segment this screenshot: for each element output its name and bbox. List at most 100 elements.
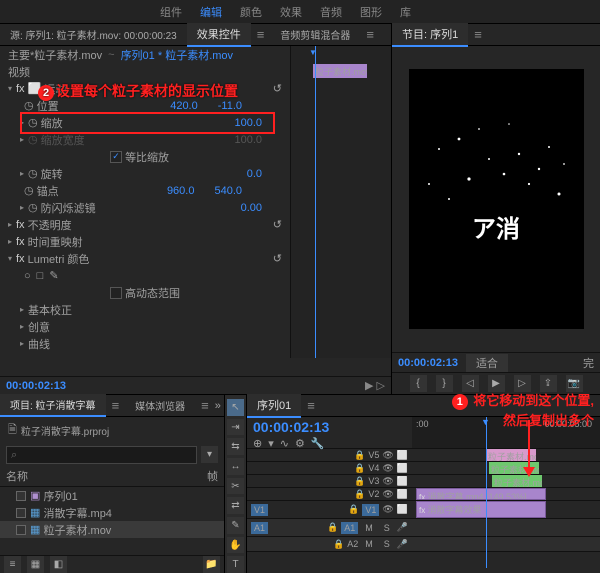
toggle-output-icon[interactable]: 👁 [382, 504, 393, 515]
seq-clip-label[interactable]: 序列01 * 粒子素材.mov [121, 47, 233, 63]
tab-graphics[interactable]: 图形 [360, 4, 382, 20]
ellipse-mask-icon[interactable]: ○ [24, 270, 31, 282]
basic-correction-row[interactable]: ▸基本校正 [0, 301, 290, 318]
selection-tool-icon[interactable]: ↖ [227, 399, 244, 416]
filter-icon[interactable]: ▾ [201, 446, 218, 463]
rotation-value[interactable]: 0.0 [247, 168, 262, 180]
voice-icon[interactable]: 🎤 [397, 522, 408, 533]
lock-icon[interactable]: 🔒 [354, 476, 365, 487]
toggle-output-icon[interactable]: 👁 [382, 489, 393, 500]
audio-mixer-tab[interactable]: 音频剪辑混合器 [270, 24, 360, 45]
uniform-scale-row[interactable]: ✓ 等比缩放 [0, 148, 290, 165]
zoom-icon[interactable]: ▶ ▷ [365, 379, 385, 392]
lock-icon[interactable]: 🔒 [354, 450, 365, 461]
type-tool-icon[interactable]: T [227, 556, 244, 573]
mute-button[interactable]: M [361, 539, 377, 549]
stopwatch-icon[interactable]: ◷ [28, 167, 38, 180]
fit-dropdown[interactable]: 适合 [466, 354, 508, 372]
anchor-x[interactable]: 960.0 [167, 185, 195, 197]
hand-tool-icon[interactable]: ✋ [227, 537, 244, 554]
mark-out-icon[interactable]: } [436, 375, 453, 392]
voice-icon[interactable]: 🎤 [397, 539, 408, 550]
mark-in-icon[interactable]: { [410, 375, 427, 392]
tab-effects[interactable]: 效果 [280, 4, 302, 20]
tab-audio[interactable]: 音频 [320, 4, 342, 20]
list-item[interactable]: ▣ 序列01 [0, 487, 224, 504]
ec-menu-icon[interactable]: ≡ [251, 27, 271, 42]
lock-icon[interactable]: 🔒 [354, 463, 365, 474]
tab-assembly[interactable]: 组件 [160, 4, 182, 20]
list-item[interactable]: ▦ 消散字幕.mp4 [0, 504, 224, 521]
list-view-icon[interactable]: ≡ [4, 556, 21, 573]
track-v4-label[interactable]: V4 [368, 463, 379, 473]
flicker-row[interactable]: ▸◷ 防闪烁滤镜0.00 [0, 199, 290, 216]
effect-controls-tab[interactable]: 效果控件 [187, 23, 251, 47]
lock-icon[interactable]: 🔒 [327, 522, 338, 533]
lumetri-mask-row[interactable]: ○□✎ [0, 267, 290, 284]
stopwatch-icon[interactable]: ◷ [24, 99, 34, 112]
frame-column-header[interactable]: 帧 [207, 468, 218, 484]
ec-playhead-line[interactable] [315, 46, 316, 358]
lock-icon[interactable]: 🔒 [354, 489, 365, 500]
track-a1-label[interactable]: A1 [341, 522, 358, 534]
stopwatch-icon[interactable]: ◷ [28, 201, 38, 214]
slip-tool-icon[interactable]: ⇄ [227, 497, 244, 514]
lock-icon[interactable]: 🔒 [333, 539, 344, 550]
hdr-row[interactable]: 高动态范围 [0, 284, 290, 301]
reset-icon[interactable]: ↺ [273, 218, 282, 231]
mb-menu-icon[interactable]: ≡ [195, 398, 215, 413]
tab-color[interactable]: 颜色 [240, 4, 262, 20]
lock-icon[interactable]: 🔒 [348, 504, 359, 515]
program-menu-icon[interactable]: ≡ [468, 27, 488, 42]
anchor-row[interactable]: ◷ 锚点960.0540.0 [0, 182, 290, 199]
lumetri-row[interactable]: ▾fx Lumetri 颜色↺ [0, 250, 290, 267]
icon-view-icon[interactable]: ▦ [27, 556, 44, 573]
curves-row[interactable]: ▸曲线 [0, 335, 290, 352]
timeline-playhead-time[interactable]: 00:00:02:13 [253, 419, 406, 435]
track-v1-label[interactable]: V1 [362, 504, 379, 516]
solo-button[interactable]: S [380, 523, 394, 533]
freeform-icon[interactable]: ◧ [50, 556, 67, 573]
track-v5-label[interactable]: V5 [368, 450, 379, 460]
ec-playhead-time[interactable]: 00:00:02:13 [6, 380, 66, 392]
playhead-marker-icon[interactable]: ▼ [309, 48, 317, 57]
toggle-output-icon[interactable]: 👁 [382, 450, 393, 461]
track-v2-label[interactable]: V2 [368, 489, 379, 499]
source-tab[interactable]: 源: 序列1: 粒子素材.mov: 00:00:00:23 [0, 24, 187, 45]
flicker-value[interactable]: 0.00 [241, 202, 262, 214]
source-v1-patch[interactable]: V1 [251, 504, 268, 516]
ec-clip-chip[interactable]: 粒子素材.mov [313, 64, 367, 78]
track-a2-label[interactable]: A2 [347, 539, 358, 549]
workspace-tabs[interactable]: 组件 编辑 颜色 效果 音频 图形 库 [0, 0, 600, 24]
program-tab[interactable]: 节目: 序列1 [392, 23, 468, 47]
quality-dropdown[interactable]: 完 [583, 355, 594, 371]
toggle-output-icon[interactable]: 👁 [382, 476, 393, 487]
clip-v2[interactable]: 消散字幕.mp4 [149.53%] [427, 492, 526, 500]
remap-row[interactable]: ▸fx 时间重映射 [0, 233, 290, 250]
track-select-tool-icon[interactable]: ⇥ [227, 419, 244, 436]
list-item[interactable]: ▦ 粒子素材.mov [0, 521, 224, 538]
toggle-output-icon[interactable]: 👁 [382, 463, 393, 474]
position-y[interactable]: -11.0 [218, 100, 242, 112]
pen-mask-icon[interactable]: ✎ [49, 269, 58, 282]
checkbox-icon[interactable] [110, 287, 122, 299]
program-playhead-time[interactable]: 00:00:02:13 [398, 357, 458, 369]
solo-button[interactable]: S [380, 539, 394, 549]
anchor-y[interactable]: 540.0 [214, 185, 242, 197]
checkbox-icon[interactable]: ✓ [110, 151, 122, 163]
project-menu-icon[interactable]: ≡ [106, 398, 126, 413]
tab-edit[interactable]: 编辑 [200, 4, 222, 20]
clip-v1[interactable]: 消散字幕效果 [427, 505, 481, 515]
timeline-menu-icon[interactable]: ≡ [301, 398, 321, 413]
pen-tool-icon[interactable]: ✎ [227, 517, 244, 534]
position-x[interactable]: 420.0 [170, 100, 198, 112]
creative-row[interactable]: ▸创意 [0, 318, 290, 335]
reset-icon[interactable]: ↺ [273, 252, 282, 265]
source-a1-patch[interactable]: A1 [251, 522, 268, 534]
project-tab[interactable]: 项目: 粒子消散字幕 [0, 394, 106, 417]
rate-stretch-icon[interactable]: ↔ [227, 458, 244, 475]
mute-button[interactable]: M [361, 523, 377, 533]
search-input[interactable]: ⌕ [6, 446, 197, 464]
new-bin-icon[interactable]: 📁 [203, 556, 220, 573]
timeline-playhead-line[interactable] [486, 417, 487, 568]
